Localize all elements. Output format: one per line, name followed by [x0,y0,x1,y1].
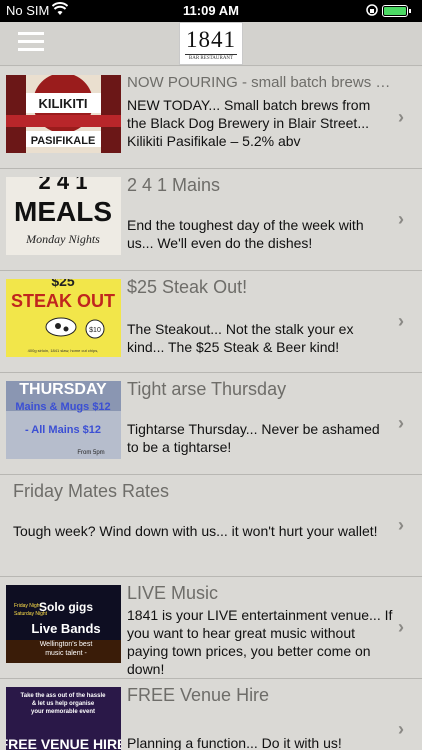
item-title: Friday Mates Rates [13,481,170,501]
item-title: $25 Steak Out! [127,277,248,297]
item-description: 1841 is your LIVE entertainment venue...… [127,607,393,677]
thumb-text-talent: music talent - [45,650,87,657]
thumb-text-10: $10 [89,327,101,334]
thumb-text-bands: Live Bands [31,621,100,636]
item-description: Tightarse Thursday... Never be ashamed t… [127,421,380,455]
item-title: 2 4 1 Mains [127,175,221,195]
thumb-text-event: your memorable event [31,709,95,715]
item-description: The Steakout... Not the stalk your ex ki… [127,321,354,355]
rotation-lock-icon [366,3,378,20]
battery-tip [409,9,411,13]
thumb-text-steakout: STEAK OUT [11,291,115,311]
logo-text: 1841 [186,27,236,52]
chevron-right-icon: › [398,719,404,739]
thumb-text-thursday: THURSDAY [19,381,107,398]
list-item[interactable]: Take the ass out of the hassle & let us … [0,679,422,750]
battery-icon [382,5,408,17]
item-description: Tough week? Wind down with us... it won'… [13,523,378,539]
thursday-thumbnail: THURSDAY Mains & Mugs $12 - All Mains $1… [6,381,121,459]
thumb-text-price: $25 [51,279,75,289]
venue-hire-thumbnail: Take the ass out of the hassle & let us … [6,687,121,750]
thumb-text-steak-fine: 400g sirloin, 1841 slaw, home cut chips, [28,348,99,353]
item-description: Planning a function... Do it with us! [127,735,342,750]
thumb-text-friday: Friday Night [14,603,42,609]
item-title: NOW POURING - small batch brews fro... [127,74,393,91]
chevron-right-icon: › [398,209,404,229]
thumb-text-meals: MEALS [14,196,112,227]
chevron-right-icon: › [398,515,404,535]
chevron-right-icon: › [398,617,404,637]
thumb-text-organise: & let us help organise [32,701,95,707]
hamburger-menu-icon[interactable] [18,32,44,54]
list-item[interactable]: 2 4 1 MEALS Monday Nights 2 4 1 Mains En… [0,169,422,271]
list-item[interactable]: Friday Night Saturday Night Solo gigs Li… [0,577,422,679]
item-title: Tight arse Thursday [127,379,287,399]
status-bar: No SIM 11:09 AM [0,0,422,22]
thumb-text-free-hire: FREE VENUE HIRE [6,736,121,750]
feed-list: KILIKITI PASIFIKALE NOW POURING - small … [0,67,422,750]
thumb-text-all-mains: - All Mains $12 [25,424,101,436]
thumb-text-hassle: Take the ass out of the hassle [21,693,107,699]
nav-bar: 1841 BAR RESTAURANT [0,22,422,66]
clock: 11:09 AM [183,3,239,18]
item-description: End the toughest day of the week with us… [127,217,364,251]
list-item[interactable]: KILIKITI PASIFIKALE NOW POURING - small … [0,67,422,169]
item-description: NEW TODAY... Small batch brews from the … [127,97,371,149]
chevron-right-icon: › [398,413,404,433]
thumb-text-monday: Monday Nights [25,232,100,246]
meals-thumbnail: 2 4 1 MEALS Monday Nights [6,177,121,255]
item-title: FREE Venue Hire [127,685,270,705]
steak-thumbnail: $25 STEAK OUT $10 400g sirloin, 1841 sla… [6,279,121,357]
thumb-text-from5pm: From 5pm [77,450,104,456]
list-item[interactable]: Friday Mates Rates Tough week? Wind down… [0,475,422,577]
list-item[interactable]: THURSDAY Mains & Mugs $12 - All Mains $1… [0,373,422,475]
item-title: LIVE Music [127,583,219,603]
thumb-text-wellington: Wellington's best [40,641,93,648]
chevron-right-icon: › [398,107,404,127]
thumb-text-241: 2 4 1 [39,177,88,194]
thumb-text-solo: Solo gigs [39,600,93,614]
thumb-text-mains-mugs: Mains & Mugs $12 [15,401,110,413]
logo[interactable]: 1841 BAR RESTAURANT [179,22,243,65]
chevron-right-icon: › [398,311,404,331]
kilikiti-thumbnail: KILIKITI PASIFIKALE [6,75,121,153]
live-music-thumbnail: Friday Night Saturday Night Solo gigs Li… [6,585,121,663]
thumb-text-pasifikale: PASIFIKALE [31,135,96,147]
thumb-text-kilikiti: KILIKITI [38,96,87,111]
list-item[interactable]: $25 STEAK OUT $10 400g sirloin, 1841 sla… [0,271,422,373]
logo-subtitle: BAR RESTAURANT [188,56,234,61]
